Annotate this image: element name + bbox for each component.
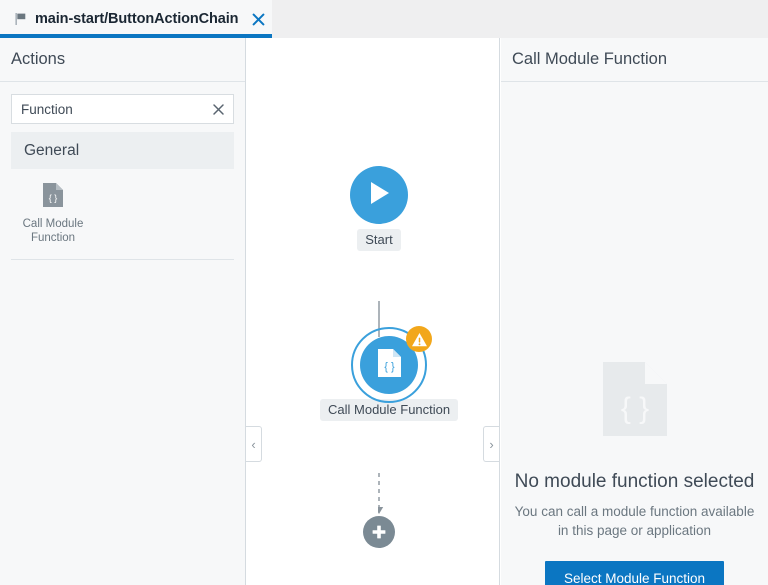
svg-text:{ }: { } bbox=[620, 392, 648, 425]
play-icon bbox=[366, 179, 392, 212]
actions-palette: { } Call Module Function bbox=[11, 179, 234, 260]
action-chain-editor: main-start/ButtonActionChain Actions Gen… bbox=[0, 0, 768, 585]
node-call-module-function-circle[interactable]: { } bbox=[351, 326, 433, 403]
select-module-function-button[interactable]: Select Module Function bbox=[544, 561, 725, 585]
tab-bar: main-start/ButtonActionChain bbox=[0, 0, 768, 38]
properties-panel: Call Module Function { } No module funct… bbox=[501, 38, 768, 585]
actions-group-label: General bbox=[24, 141, 80, 159]
svg-text:{ }: { } bbox=[49, 193, 58, 203]
warning-icon[interactable] bbox=[406, 326, 433, 352]
connector-call-to-add bbox=[374, 473, 390, 522]
tab-button-action-chain[interactable]: main-start/ButtonActionChain bbox=[0, 0, 272, 38]
node-add-action[interactable] bbox=[363, 516, 395, 548]
actions-search-box[interactable] bbox=[11, 94, 234, 124]
json-file-icon: { } bbox=[601, 360, 669, 443]
json-file-icon: { } bbox=[42, 182, 64, 208]
node-start-label: Start bbox=[357, 229, 401, 251]
properties-panel-header: Call Module Function bbox=[501, 38, 768, 82]
properties-panel-title: Call Module Function bbox=[512, 50, 667, 68]
action-chain-canvas[interactable]: Start { } Call Module Function ‹ › bbox=[246, 38, 500, 585]
flag-icon bbox=[14, 12, 28, 26]
actions-panel: Actions General { } bbox=[0, 38, 246, 585]
tab-title: main-start/ButtonActionChain bbox=[35, 11, 239, 27]
actions-panel-title: Actions bbox=[11, 50, 66, 68]
empty-state: { } No module function selected You can … bbox=[501, 82, 768, 585]
search-input[interactable] bbox=[21, 101, 210, 117]
actions-panel-header: Actions bbox=[0, 38, 245, 82]
collapse-right-panel-button[interactable]: › bbox=[483, 426, 499, 462]
chevron-right-icon: › bbox=[489, 436, 494, 452]
clear-icon[interactable] bbox=[210, 101, 226, 117]
empty-state-description: You can call a module function available… bbox=[514, 504, 755, 538]
node-start-circle[interactable] bbox=[350, 166, 408, 224]
plus-icon[interactable] bbox=[363, 516, 395, 548]
node-start[interactable]: Start bbox=[350, 166, 408, 251]
collapse-left-panel-button[interactable]: ‹ bbox=[246, 426, 262, 462]
close-icon[interactable] bbox=[249, 10, 267, 28]
chevron-left-icon: ‹ bbox=[251, 436, 256, 452]
node-call-module-function[interactable]: { } Call Module Function bbox=[320, 326, 459, 421]
palette-item-label: Call Module Function bbox=[22, 218, 84, 244]
palette-item-call-module-function[interactable]: { } Call Module Function bbox=[11, 179, 95, 245]
actions-group-general[interactable]: General bbox=[11, 132, 234, 169]
empty-state-title: No module function selected bbox=[514, 471, 755, 492]
